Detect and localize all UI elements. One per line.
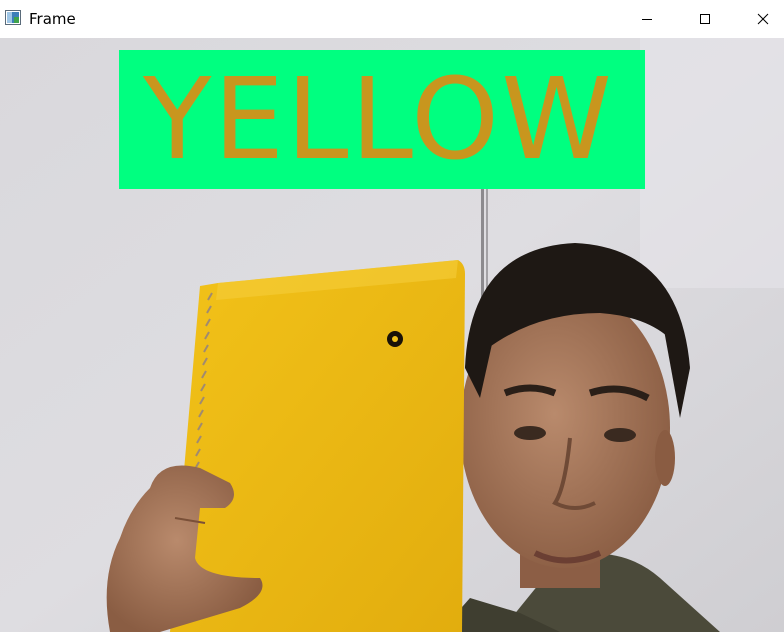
title-bar[interactable]: Frame bbox=[0, 0, 784, 38]
close-button[interactable] bbox=[740, 0, 784, 38]
color-label-box: YELLOW bbox=[119, 50, 645, 189]
camera-frame: YELLOW bbox=[0, 38, 784, 632]
close-icon bbox=[757, 13, 769, 25]
opencv-window-icon bbox=[5, 10, 21, 25]
minimize-button[interactable] bbox=[624, 0, 670, 38]
app-window: Frame YELLOW bbox=[0, 0, 784, 632]
minimize-icon bbox=[642, 19, 652, 20]
color-label-text: YELLOW bbox=[143, 54, 614, 185]
window-title: Frame bbox=[29, 10, 76, 28]
maximize-button[interactable] bbox=[682, 0, 728, 38]
maximize-icon bbox=[700, 14, 710, 24]
